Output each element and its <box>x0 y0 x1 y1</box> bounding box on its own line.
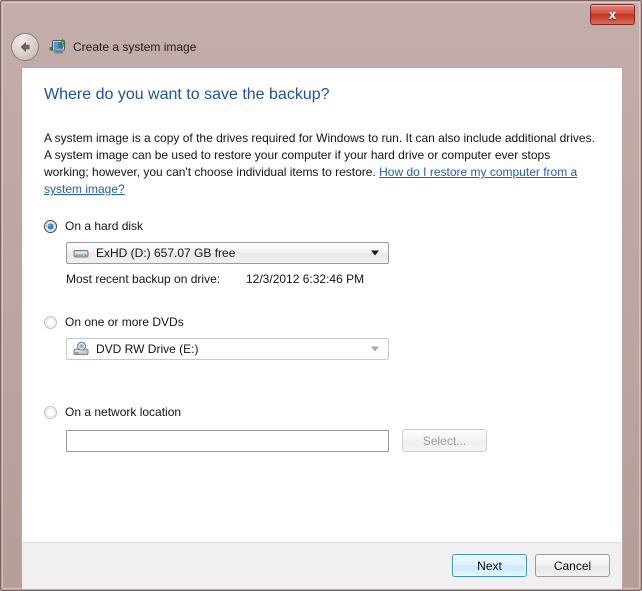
dvd-drive-icon <box>73 341 89 356</box>
radio-label-network: On a network location <box>65 405 182 419</box>
back-arrow-icon <box>20 42 30 52</box>
footer-buttons: Next Cancel <box>452 554 610 577</box>
titlebar: x Create a system image <box>3 3 639 65</box>
cancel-button[interactable]: Cancel <box>535 554 610 577</box>
network-location-input[interactable] <box>66 429 389 452</box>
dvd-combobox[interactable]: DVD RW Drive (E:) <box>66 338 389 360</box>
hard-disk-combobox-value: ExHD (D:) 657.07 GB free <box>96 246 236 260</box>
most-recent-backup-label: Most recent backup on drive: <box>66 272 221 286</box>
network-location-row: Select... <box>66 429 487 452</box>
radio-row-dvd[interactable]: On one or more DVDs <box>44 313 389 331</box>
radio-label-dvd: On one or more DVDs <box>65 315 184 329</box>
window-title: Create a system image <box>73 40 197 54</box>
hard-disk-combobox[interactable]: ExHD (D:) 657.07 GB free <box>66 242 389 264</box>
next-button[interactable]: Next <box>452 554 527 577</box>
footer-bar: Next Cancel <box>21 542 623 590</box>
system-image-computer-icon <box>49 39 66 54</box>
close-button[interactable]: x <box>590 4 635 25</box>
dvd-combobox-value: DVD RW Drive (E:) <box>96 342 199 356</box>
select-button[interactable]: Select... <box>402 429 487 452</box>
most-recent-backup-row: Most recent backup on drive: 12/3/2012 6… <box>66 272 389 286</box>
chevron-down-icon <box>371 346 379 352</box>
radio-dvd-unselected-icon[interactable] <box>44 315 57 329</box>
radio-label-hard-disk: On a hard disk <box>65 219 144 233</box>
hard-disk-icon <box>73 250 89 258</box>
close-icon: x <box>608 7 617 22</box>
radio-network-unselected-icon[interactable] <box>44 405 57 419</box>
navigation-row: Create a system image <box>11 33 196 61</box>
radio-row-network[interactable]: On a network location <box>44 403 487 421</box>
radio-row-hard-disk[interactable]: On a hard disk <box>44 217 389 235</box>
page-title: Where do you want to save the backup? <box>44 86 330 103</box>
page-description: A system image is a copy of the drives r… <box>44 130 596 198</box>
back-button[interactable] <box>11 33 39 61</box>
most-recent-backup-value: 12/3/2012 6:32:46 PM <box>246 272 365 286</box>
option-group-hard-disk: On a hard disk ExHD (D:) 657.07 GB free … <box>44 217 389 286</box>
radio-hard-disk-selected-icon[interactable] <box>44 219 57 233</box>
create-system-image-window: x Create a system image Where do you wan… <box>0 0 642 591</box>
option-group-dvd: On one or more DVDs DVD RW Drive (E:) <box>44 313 389 360</box>
wizard-content-panel: Where do you want to save the backup? A … <box>21 67 623 542</box>
chevron-down-icon <box>371 250 379 256</box>
option-group-network: On a network location Select... <box>44 403 487 452</box>
